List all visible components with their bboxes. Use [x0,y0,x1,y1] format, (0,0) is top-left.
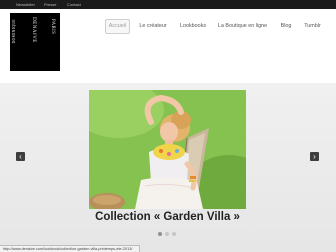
slider-dot-3[interactable] [172,232,176,236]
nav-item-tumblr[interactable]: Tumblr [300,19,325,34]
logo-text-first-name: DOMINIQUE [12,19,16,44]
browser-status-url: http://www.denaive.com/lookbook/collecti… [0,245,140,252]
slider-prev-button[interactable]: ‹ [16,152,25,161]
nav-item-lookbooks[interactable]: Lookbooks [175,19,211,34]
top-utility-bar: Newsletter Presse Contact [0,0,336,9]
nav-item-accueil[interactable]: Accueil [105,19,130,34]
topbar-link-newsletter[interactable]: Newsletter [16,1,35,8]
nav-item-boutique[interactable]: La Boutique en ligne [213,19,272,34]
topbar-link-presse[interactable]: Presse [44,1,56,8]
logo-text-city: PARIS [50,19,55,35]
slider-pagination [158,232,182,238]
slide-photo[interactable] [89,90,246,209]
logo-text-surname: DENAIVE [31,17,37,43]
slider-next-button[interactable]: › [310,152,319,161]
slide-caption: Collection « Garden Villa » [95,211,240,223]
topbar-link-contact[interactable]: Contact [67,1,81,8]
slider-dot-2[interactable] [165,232,169,236]
nav-item-le-createur[interactable]: Le créateur [135,19,171,34]
brand-logo[interactable]: DOMINIQUE DENAIVE PARIS [10,13,60,71]
slide-photo-illustration [89,90,246,209]
nav-item-blog[interactable]: Blog [277,19,295,34]
slider-dot-1[interactable] [158,232,162,236]
